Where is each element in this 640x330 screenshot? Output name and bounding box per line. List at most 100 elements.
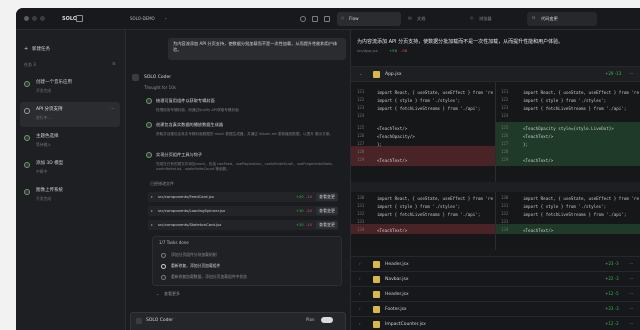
title-bar: SOLO SOLO-DEMO ⌄ ◇ Flow ▤ 文档 ◎ 浏览器 ⊟ 代码变…: [16, 8, 640, 30]
more-icon[interactable]: ⋯: [629, 72, 634, 77]
changed-file-row[interactable]: › Header.jsx +23 -3 ⋯: [351, 256, 640, 271]
todo-pending-icon: [161, 253, 166, 258]
sidebar-item-music-app[interactable]: 创建一个音乐应用 开发完成: [20, 75, 120, 100]
changed-file-row[interactable]: › ImpactCounter.jsx +12 -2 ⋯: [351, 316, 640, 330]
code-line-right: <TeachText/>: [523, 228, 554, 233]
file-row[interactable]: ▸ src/components/FeedCard.jsx +20 -10 查看…: [148, 192, 338, 202]
agent-name: SOLO Coder: [144, 75, 172, 80]
agent-selector[interactable]: SOLO Coder: [146, 318, 173, 323]
todo-item: 重新修复，添加分页加载组件: [171, 263, 221, 268]
code-line-left: <TeachOpacity/>: [377, 134, 415, 139]
changed-file-row[interactable]: › Footer.jsx +23 -3 ⋯: [351, 301, 640, 316]
window-min-dot[interactable]: [32, 16, 37, 21]
changed-file-row[interactable]: › Navbar.jsx +22 -3 ⋯: [351, 271, 640, 286]
task-section-header: 任务 3: [24, 62, 36, 67]
diff-view: 121 import React, { useState, useEffect }…: [351, 82, 640, 250]
file-row[interactable]: ▸ src/components/SkeletonCard.jsx +20 -1…: [148, 220, 338, 230]
layout-icon[interactable]: [312, 16, 318, 22]
app-window: SOLO SOLO-DEMO ⌄ ◇ Flow ▤ 文档 ◎ 浏览器 ⊟ 代码变…: [16, 8, 640, 330]
line-number: 124: [501, 113, 509, 118]
sidebar-item-api-pagination[interactable]: API 分页支持 进行中... ⋯: [20, 102, 120, 127]
tab-code-changes[interactable]: ⊟ 代码变更: [527, 12, 597, 26]
file-stats: +22 -3: [605, 276, 619, 281]
chevron-right-icon[interactable]: ›: [359, 321, 361, 327]
code-line-right: import { fetchLiveStreams } from './api'…: [523, 106, 627, 111]
js-file-icon: [373, 291, 380, 298]
composer-bar[interactable]: SOLO Coder Plan: [130, 312, 346, 330]
view-changes-button[interactable]: 查看变更: [316, 193, 338, 201]
total-deletions: -58: [401, 48, 408, 53]
more-icon[interactable]: ⋯: [629, 292, 634, 297]
panel-icon[interactable]: [324, 16, 330, 22]
window-close-dot[interactable]: [24, 16, 29, 21]
window-max-dot[interactable]: [40, 16, 45, 21]
additions: +10: [296, 208, 304, 213]
chevron-right-icon[interactable]: ›: [359, 261, 361, 267]
code-line-left: };: [377, 142, 383, 147]
code-line-right: import { fetchLiveStreams } from './api'…: [523, 212, 627, 217]
sidebar-item-image-upload[interactable]: 图像上传系统 开发完成: [20, 183, 120, 208]
hunk-separator[interactable]: [351, 182, 640, 192]
chevron-right-icon[interactable]: ›: [359, 276, 361, 282]
line-number: 133: [501, 219, 509, 224]
more-icon[interactable]: ⋯: [629, 262, 634, 267]
chevron-right-icon[interactable]: ›: [359, 291, 361, 297]
chevron-right-icon[interactable]: ›: [359, 306, 361, 312]
thought-indicator[interactable]: Thought for 10s: [144, 85, 176, 91]
view-changes-button[interactable]: 查看变更: [316, 221, 338, 229]
more-icon[interactable]: ⋯: [629, 277, 634, 282]
more-icon[interactable]: ⋯: [629, 307, 634, 312]
sidebar-item-theme-color[interactable]: 主题色选择 等待输入: [20, 129, 120, 154]
additions: +20: [296, 222, 304, 227]
history-icon[interactable]: [300, 16, 306, 22]
file-name: Header.jsx: [385, 292, 409, 297]
line-number: 129: [357, 157, 365, 162]
line-number: 130: [501, 195, 509, 200]
line-number: 132: [501, 211, 509, 216]
task-status: 等待输入: [36, 142, 52, 147]
more-icon[interactable]: ⋯: [110, 107, 115, 112]
tab-browser[interactable]: ◎ 浏览器: [465, 12, 525, 26]
file-stats: +23 -3: [605, 306, 619, 311]
line-number: 121: [501, 89, 509, 94]
plan-toggle[interactable]: [321, 317, 333, 323]
file-name: ImpactCounter.jsx: [385, 322, 426, 327]
changed-file-row[interactable]: › Header.jsx +12 -5 ⋯: [351, 286, 640, 301]
file-name: src/components/LoadingSpinner.jsx: [158, 207, 226, 213]
deletions: -10: [306, 222, 312, 227]
interrupted-icon: [24, 162, 30, 168]
line-number: 125: [501, 125, 509, 130]
todo-header[interactable]: 1/7 Tasks done: [159, 240, 189, 246]
todo-item: 重新修复加载数据，添加分页加载组件中状态: [171, 274, 247, 279]
js-file-icon: [373, 261, 380, 268]
code-line-left: <TeachText/>: [377, 228, 408, 233]
more-icon[interactable]: ⋯: [629, 322, 634, 327]
tab-flow[interactable]: ◇ Flow: [337, 12, 401, 26]
sidebar-item-3d-model[interactable]: 添加 3D 模型 中断中: [20, 156, 120, 181]
code-line-right: };: [523, 142, 529, 147]
done-icon: [24, 189, 30, 195]
chevron-down-icon[interactable]: ⌄: [164, 15, 167, 21]
file-icon: ▸: [151, 193, 154, 199]
task-status: 开发完成: [36, 196, 52, 201]
line-number: 127: [501, 141, 509, 146]
view-changes-button[interactable]: 查看变更: [316, 207, 338, 215]
see-more-link[interactable]: 查看更多: [164, 291, 180, 297]
step-title: 实现分页组件工具与钩子: [156, 152, 203, 157]
new-task-button[interactable]: + 新建任务: [20, 44, 120, 56]
js-file-icon: [373, 276, 380, 283]
chevron-down-icon[interactable]: ⌄: [359, 71, 362, 77]
filter-icon[interactable]: ≡: [112, 62, 116, 67]
file-icon: ▸: [151, 221, 154, 227]
project-name[interactable]: SOLO-DEMO: [130, 16, 155, 22]
diff-file-header[interactable]: ⌄ App.jsx +29 -13 ⋯: [351, 66, 640, 82]
tab-docs[interactable]: ▤ 文档: [403, 12, 463, 26]
code-line-right: import { style } from './styles';: [523, 204, 607, 209]
task-title: API 分页支持: [36, 107, 63, 112]
code-line-right: import React, { useState, useEffect } fr…: [523, 90, 639, 95]
line-number: 134: [357, 227, 365, 232]
line-number: 126: [357, 133, 365, 138]
file-row[interactable]: ▸ src/components/LoadingSpinner.jsx +10 …: [148, 206, 338, 216]
sidebar-toggle-icon[interactable]: [76, 15, 83, 22]
file-stats: +23 -3: [605, 261, 619, 266]
